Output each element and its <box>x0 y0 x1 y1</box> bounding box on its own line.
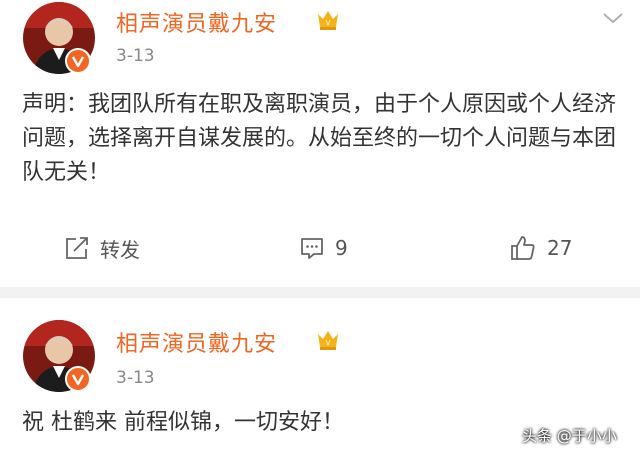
vip-crown-icon: V <box>316 9 340 31</box>
post-time: 3-13 <box>116 368 155 388</box>
repost-icon <box>64 235 90 261</box>
weibo-post: 相声演员戴九安 V 3-13 声明：我团队所有在职及离职演员，由于个人原因或个人… <box>0 0 640 287</box>
author-name[interactable]: 相声演员戴九安 <box>116 326 277 358</box>
thumbs-up-icon <box>509 234 537 262</box>
post-text: 声明：我团队所有在职及离职演员，由于个人原因或个人经济问题，选择离开自谋发展的。… <box>22 92 617 185</box>
repost-label: 转发 <box>100 237 140 262</box>
comment-icon <box>299 235 325 261</box>
svg-text:V: V <box>326 339 331 347</box>
comment-count: 9 <box>335 236 348 260</box>
chevron-down-icon[interactable] <box>602 10 624 24</box>
svg-text:V: V <box>326 19 331 27</box>
vip-crown-icon: V <box>316 329 340 351</box>
repost-button[interactable]: 转发 <box>64 226 140 270</box>
watermark: 头条 @于小小 <box>522 427 617 445</box>
author-name[interactable]: 相声演员戴九安 <box>116 6 277 38</box>
action-bar: 转发 9 27 <box>0 226 640 270</box>
like-button[interactable]: 27 <box>509 226 572 270</box>
verified-v-icon <box>65 366 91 392</box>
verified-v-icon <box>65 48 91 74</box>
comment-button[interactable]: 9 <box>299 226 348 270</box>
post-time: 3-13 <box>116 46 155 66</box>
like-count: 27 <box>547 236 573 260</box>
post-divider <box>0 287 640 298</box>
